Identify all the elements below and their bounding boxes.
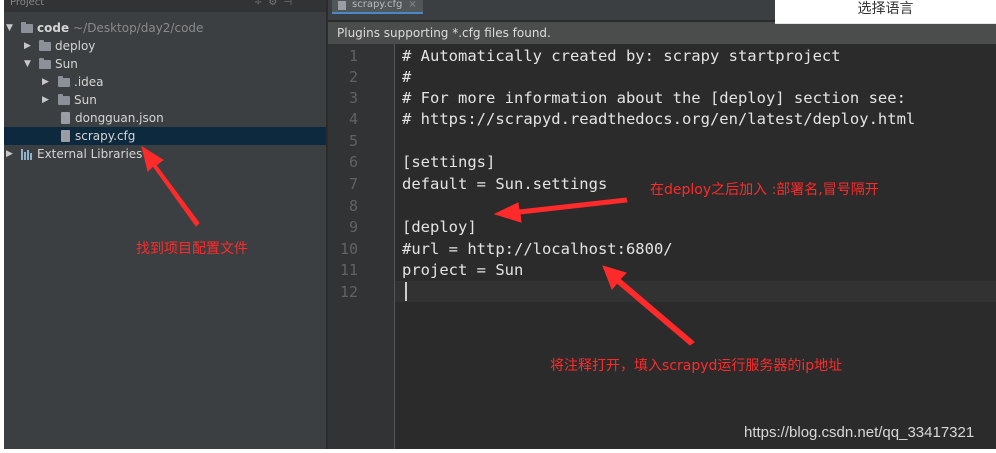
code-line[interactable]: # https://scrapyd.readthedocs.org/en/lat… <box>402 109 915 130</box>
editor-region: scrapy.cfg × Plugins supporting *.cfg fil… <box>4 0 996 449</box>
line-number: 2 <box>348 68 358 86</box>
watermark: https://blog.csdn.net/qq_33417321 <box>744 424 975 441</box>
line-number: 11 <box>339 261 358 279</box>
close-icon[interactable]: × <box>408 0 416 10</box>
line-number: 3 <box>348 89 358 107</box>
code-line[interactable]: #url = http://localhost:6800/ <box>402 239 673 260</box>
line-number: 4 <box>348 110 358 128</box>
text-caret <box>405 282 407 301</box>
line-number: 1 <box>348 47 358 65</box>
line-number: 12 <box>339 283 358 301</box>
current-line-highlight <box>395 281 996 302</box>
code-line[interactable]: [settings] <box>402 152 495 173</box>
code-line[interactable]: default = Sun.settings <box>402 174 607 195</box>
line-number: 10 <box>339 240 358 258</box>
line-number: 9 <box>348 218 358 236</box>
annotation-add-deploy-name: 在deploy之后加入 :部署名,冒号隔开 <box>650 182 879 198</box>
code-line[interactable]: [deploy] <box>402 217 477 238</box>
annotation-uncomment-url: 将注释打开，填入scrapyd运行服务器的ip地址 <box>550 358 843 374</box>
plugin-banner: Plugins supporting *.cfg files found. <box>328 22 996 44</box>
annotation-find-config: 找到项目配置文件 <box>136 241 248 257</box>
code-line[interactable]: # <box>402 67 411 88</box>
file-icon <box>338 1 346 10</box>
code-line[interactable]: # Automatically created by: scrapy start… <box>402 46 841 67</box>
tab-scrapy-cfg[interactable]: scrapy.cfg × <box>332 0 423 14</box>
code-line[interactable]: project = Sun <box>402 260 523 281</box>
line-number: 7 <box>348 175 358 193</box>
line-number: 8 <box>348 197 358 215</box>
code-line[interactable]: # For more information about the [deploy… <box>402 88 906 109</box>
tab-label: scrapy.cfg <box>352 0 403 10</box>
line-number: 5 <box>348 132 358 150</box>
language-select-button[interactable]: 选择语言 <box>775 0 996 24</box>
line-number: 6 <box>348 153 358 171</box>
